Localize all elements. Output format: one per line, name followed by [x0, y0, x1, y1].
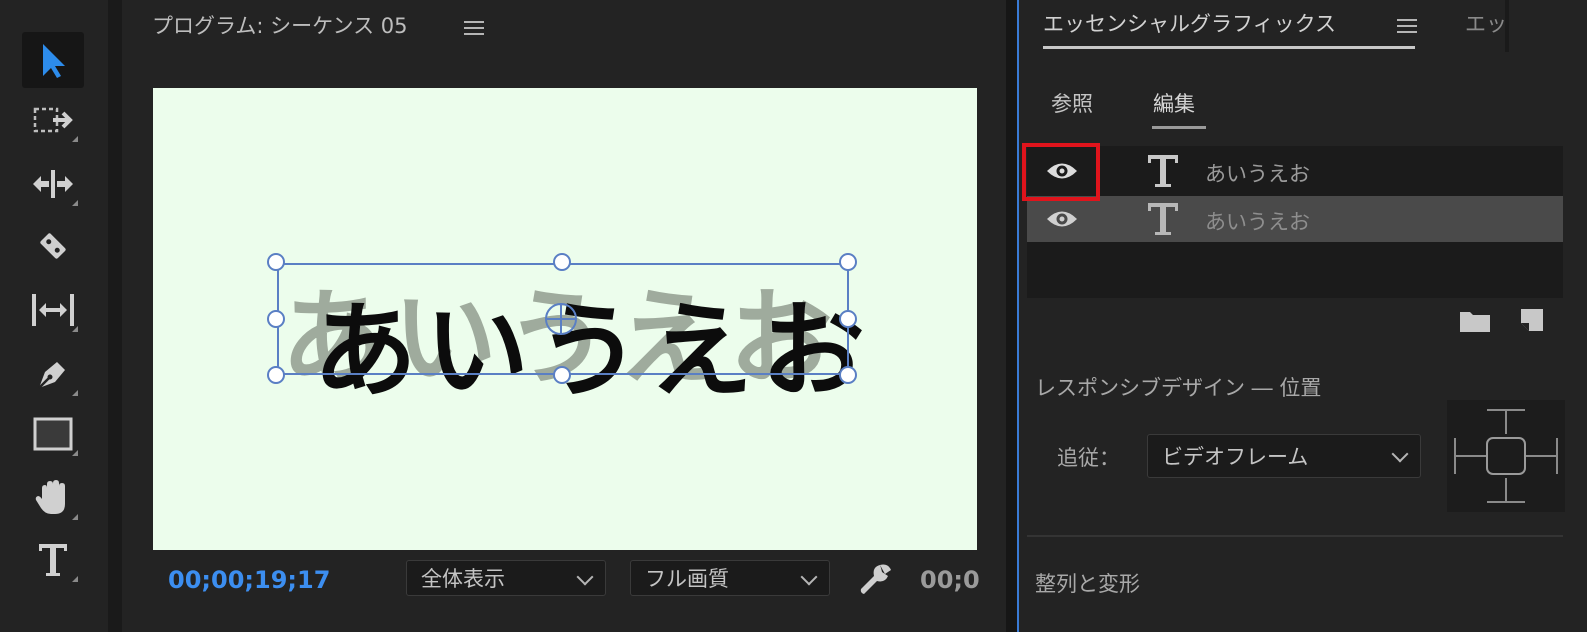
- layer-name: あいうえお: [1205, 210, 1310, 234]
- duration-timecode: 00;0: [920, 566, 980, 594]
- hand-tool[interactable]: [22, 470, 84, 526]
- resize-handle-bottom[interactable]: [553, 366, 571, 384]
- tab-essential-overflow[interactable]: エッ: [1465, 8, 1507, 38]
- layer-name: あいうえお: [1205, 162, 1310, 186]
- video-canvas[interactable]: あいうえお あいうえお: [153, 88, 977, 550]
- ripple-edit-tool[interactable]: [22, 156, 84, 212]
- playhead-timecode[interactable]: 00;00;19;17: [168, 566, 330, 594]
- zoom-value: 全体表示: [421, 567, 505, 591]
- wrench-icon[interactable]: [858, 561, 894, 597]
- monitor-title: プログラム: シーケンス 05: [152, 14, 408, 38]
- hand-icon: [35, 480, 65, 514]
- pin-position-widget[interactable]: [1447, 400, 1565, 512]
- tab-separator: [1505, 0, 1509, 52]
- layer-row-selected[interactable]: あいうえお: [1027, 196, 1563, 242]
- resize-handle-bottom-right[interactable]: [839, 366, 857, 384]
- essential-graphics-panel: エッセンシャルグラフィックス エッ 参照 編集 あいうえお あいうえお レスポン…: [1019, 0, 1587, 632]
- pen-icon: [38, 362, 65, 389]
- new-layer-icon[interactable]: [1519, 307, 1545, 333]
- slip-tool[interactable]: [22, 282, 84, 338]
- resize-handle-top-right[interactable]: [839, 253, 857, 271]
- chevron-down-icon: [576, 568, 594, 586]
- pen-tool[interactable]: [22, 346, 84, 402]
- text-layer-icon: [1148, 155, 1178, 187]
- tab-edit[interactable]: 編集: [1153, 88, 1195, 118]
- razor-icon: [40, 233, 66, 259]
- tools-panel: [0, 0, 108, 632]
- text-layer-icon: [1148, 203, 1178, 235]
- anchor-point-icon[interactable]: [543, 301, 579, 337]
- resize-handle-top-left[interactable]: [267, 253, 285, 271]
- layer-list: あいうえお あいうえお: [1027, 146, 1563, 298]
- highlight-box: [1022, 143, 1100, 201]
- follow-label: 追従：: [1057, 446, 1120, 470]
- ripple-edit-icon: [33, 170, 73, 198]
- program-monitor: プログラム: シーケンス 05 あいうえお あいうえお 00;00;19;17 …: [122, 0, 1006, 632]
- razor-tool[interactable]: [22, 218, 84, 274]
- track-select-tool[interactable]: [22, 92, 84, 148]
- type-icon: [39, 544, 67, 576]
- edit-tab-underline: [1152, 126, 1206, 129]
- rectangle-tool[interactable]: [22, 406, 84, 462]
- follow-value: ビデオフレーム: [1162, 445, 1309, 469]
- quality-dropdown[interactable]: フル画質: [630, 560, 830, 596]
- chevron-down-icon: [800, 568, 818, 586]
- eye-icon[interactable]: [1045, 208, 1079, 230]
- resize-handle-top[interactable]: [553, 253, 571, 271]
- arrow-icon: [43, 44, 65, 78]
- selection-tool[interactable]: [22, 32, 84, 88]
- resize-handle-right[interactable]: [839, 310, 857, 328]
- follow-dropdown[interactable]: ビデオフレーム: [1147, 434, 1421, 478]
- slip-icon: [32, 294, 74, 326]
- type-tool[interactable]: [22, 532, 84, 588]
- responsive-design-title: レスポンシブデザイン ― 位置: [1035, 376, 1322, 400]
- align-transform-title[interactable]: 整列と変形: [1035, 568, 1140, 598]
- section-divider: [1027, 535, 1563, 537]
- panel-menu-icon[interactable]: [1397, 18, 1417, 34]
- resize-handle-left[interactable]: [267, 310, 285, 328]
- chevron-down-icon: [1391, 445, 1409, 463]
- track-select-icon: [33, 107, 73, 133]
- tab-essential-graphics[interactable]: エッセンシャルグラフィックス: [1043, 8, 1336, 38]
- new-group-folder-icon[interactable]: [1459, 309, 1491, 333]
- tab-browse[interactable]: 参照: [1051, 88, 1093, 118]
- active-tab-underline: [1043, 46, 1415, 49]
- panel-gutter: [108, 0, 122, 632]
- zoom-dropdown[interactable]: 全体表示: [406, 560, 606, 596]
- quality-value: フル画質: [645, 567, 729, 591]
- resize-handle-bottom-left[interactable]: [267, 366, 285, 384]
- monitor-menu-icon[interactable]: [464, 20, 484, 36]
- rectangle-icon: [33, 417, 73, 451]
- layer-row[interactable]: あいうえお: [1027, 148, 1563, 194]
